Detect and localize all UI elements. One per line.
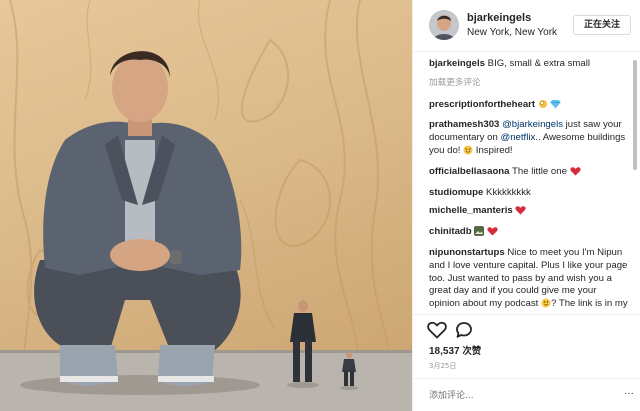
caption: bjarkeingels BIG, small & extra small: [429, 58, 629, 71]
photo-illustration: [0, 0, 412, 411]
comment-item: studiomupe Kkkkkkkkk: [429, 187, 629, 200]
scrollbar-thumb[interactable]: [633, 60, 637, 170]
red-heart-emoji-icon: [570, 167, 581, 181]
thinking-face-emoji-icon: [541, 298, 551, 313]
author-username[interactable]: bjarkeingels: [467, 12, 531, 24]
post-header: bjarkeingels New York, New York 正在关注: [413, 0, 640, 52]
comment-username[interactable]: michelle_manteris: [429, 205, 513, 216]
author-location[interactable]: New York, New York: [467, 27, 557, 38]
comment-username[interactable]: prescriptionfortheheart: [429, 99, 535, 110]
heart-outline-icon: [427, 321, 447, 339]
follow-button[interactable]: 正在关注: [573, 15, 631, 35]
post-photo[interactable]: [0, 0, 412, 411]
avatar-image: [429, 10, 459, 40]
post-sidebar: bjarkeingels New York, New York 正在关注 bja…: [412, 0, 640, 411]
comment-item: officialbellasaona The little one: [429, 166, 629, 181]
comments-list: bjarkeingels BIG, small & extra small 加载…: [429, 58, 629, 314]
comment-text: BIG, small & extra small: [485, 58, 591, 69]
comment-button[interactable]: [455, 321, 473, 339]
post-date[interactable]: 3月25日: [429, 361, 456, 371]
load-more-comments-link[interactable]: 加载更多评论: [429, 77, 629, 90]
action-bar: [413, 314, 640, 339]
red-heart-emoji-icon: [515, 206, 527, 220]
comment-item: prathamesh303 @bjarkeingels just saw you…: [429, 119, 629, 159]
comment-text: The little one: [509, 165, 570, 177]
comment-item: prescriptionfortheheart: [429, 98, 629, 114]
comment-username[interactable]: prathamesh303: [429, 119, 499, 130]
likes-label: 次赞: [462, 346, 482, 357]
comment-username[interactable]: bjarkeingels: [429, 58, 485, 69]
comment-username[interactable]: officialbellasaona: [429, 166, 510, 177]
comment-text: Inspired!: [473, 144, 513, 156]
comment-item: michelle_manteris: [429, 205, 629, 220]
smiling-face-emoji-icon: [463, 145, 473, 160]
comment-username[interactable]: nipunonstartups: [429, 247, 505, 258]
avatar[interactable]: [429, 10, 459, 40]
comment-item: chinitadb: [429, 226, 629, 241]
comment-text: Kkkkkkkkk: [483, 186, 531, 198]
mention-link[interactable]: @bjarkeingels: [502, 119, 563, 130]
add-comment-input[interactable]: [429, 387, 619, 405]
red-heart-emoji-icon: [487, 227, 498, 241]
comment-username[interactable]: chinitadb: [429, 226, 472, 237]
comment-item: nipunonstartups Nice to meet you I'm Nip…: [429, 247, 629, 314]
comments-scrollbar[interactable]: [632, 60, 638, 310]
picture-emoji-icon: [474, 226, 485, 241]
instagram-post: bjarkeingels New York, New York 正在关注 bja…: [0, 0, 640, 411]
add-comment-bar: ···: [413, 378, 640, 411]
diamond-emoji-icon: [550, 99, 561, 114]
comment-bubble-icon: [456, 322, 472, 338]
like-button[interactable]: [427, 321, 447, 339]
mention-link[interactable]: @netflix: [500, 132, 535, 143]
likes-number: 18,537: [429, 346, 460, 357]
ok-hand-emoji-icon: [538, 98, 548, 114]
likes-count[interactable]: 18,537 次赞: [429, 343, 481, 357]
more-options-icon[interactable]: ···: [623, 389, 635, 401]
comment-username[interactable]: studiomupe: [429, 187, 483, 198]
